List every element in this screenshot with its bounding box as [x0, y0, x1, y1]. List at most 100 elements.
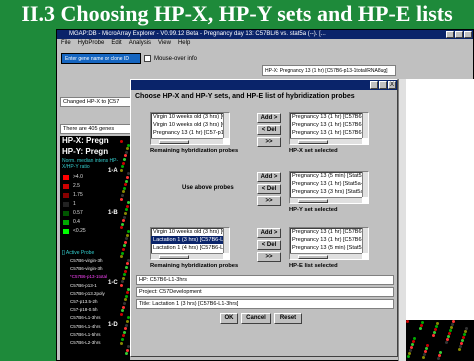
hpe-selected-list[interactable]: Pregnancy 13 (1 hr) [C57B6-p Pregnancy 1… [289, 227, 369, 260]
probe-item[interactable]: C57B6-L2-3hrs [70, 340, 101, 345]
heatmap-dot [121, 338, 124, 341]
legend-row: <0.25 [63, 228, 86, 234]
list-item[interactable]: Virgin 10 weeks old (3 hrs) [C57B6- [151, 113, 229, 121]
list-item[interactable]: Virgin 10 weeks old (3 hrs) [C57B6- [151, 121, 229, 129]
minimize-icon[interactable] [446, 31, 454, 38]
probe-item[interactable]: *C57B6-p13-1total [70, 274, 107, 279]
hpy-selected-list[interactable]: Pregnancy 13 (5 min) [Stat5a- Pregnancy … [289, 171, 369, 204]
legend-row: 1 [63, 201, 76, 207]
scroll-thumb[interactable] [159, 255, 189, 259]
horizontal-scrollbar[interactable] [151, 138, 223, 144]
hpy-move-button[interactable]: >> [257, 196, 281, 206]
cancel-button[interactable]: Cancel [241, 313, 271, 324]
hpe-del-button[interactable]: < Del [257, 240, 281, 250]
list-item[interactable]: Pregnancy 13 (1 hr) [C57B6-p [290, 113, 368, 121]
probe-item[interactable]: C57B6-virgin-3h [70, 266, 103, 271]
ok-button[interactable]: OK [220, 313, 238, 324]
probe-item[interactable]: C57-p13.5-2h [70, 299, 98, 304]
probe-item[interactable]: C57-p18-0.5h [70, 307, 98, 312]
hpx-selected-list[interactable]: Pregnancy 13 (1 hr) [C57B6-p Pregnancy 1… [289, 112, 369, 145]
hpe-move-button[interactable]: >> [257, 252, 281, 262]
heatmap-dots [120, 136, 130, 361]
dialog-maximize-icon[interactable] [379, 81, 387, 89]
horizontal-scrollbar[interactable] [151, 253, 223, 259]
menu-help[interactable]: Help [178, 39, 190, 48]
heatmap-dot [123, 330, 126, 334]
list-item[interactable]: Pregnancy 13 (1 hr) [C57B6-p [290, 228, 368, 236]
heatmap-dot [124, 269, 127, 273]
list-item[interactable]: Pregnancy 13 (1 hr) [Stat5a-p [290, 180, 368, 188]
list-item[interactable]: Pregnancy 13 (1 hr) [C57B6-p [290, 129, 368, 137]
dialog-minimize-icon[interactable] [370, 81, 378, 89]
list-item[interactable]: Virgin 10 weeks old (3 hrs) [C57B6- [151, 228, 229, 236]
heatmap-dot [124, 212, 127, 215]
heatmap-dot [420, 324, 423, 327]
horizontal-scrollbar[interactable] [290, 253, 362, 259]
heatmap-dot [422, 356, 425, 359]
list-item-selected[interactable]: Lactation 1 (3 hrs) [C57B6-L1- [151, 236, 229, 244]
dialog-title-bar: X [131, 80, 397, 90]
menu-analysis[interactable]: Analysis [129, 39, 151, 48]
right-scrollbar[interactable] [398, 79, 406, 361]
heatmap-dot [408, 352, 411, 355]
probe-item[interactable]: C57B6-p13-1 [70, 283, 97, 288]
hpx-remaining-list[interactable]: Virgin 10 weeks old (3 hrs) [C57B6- Virg… [150, 112, 230, 145]
vertical-scrollbar[interactable] [362, 172, 368, 197]
heatmap-dot [120, 255, 123, 259]
scroll-thumb[interactable] [159, 140, 189, 144]
scroll-thumb[interactable] [298, 140, 328, 144]
heatmap-dot [120, 226, 123, 230]
heatmap-dot [423, 353, 426, 356]
menu-edit[interactable]: Edit [111, 39, 121, 48]
list-item[interactable]: Pregnancy 13 (5 min) [Stat5a- [290, 244, 368, 252]
gene-search-input[interactable]: Enter gene name or clone ID [61, 53, 141, 64]
heatmap-dot [410, 346, 413, 349]
reset-button[interactable]: Reset [274, 313, 302, 324]
status-changed-field: Changed HP-X to [C57 [60, 97, 136, 107]
probe-item[interactable]: C57B6-p13.2poly [70, 291, 105, 296]
vertical-scrollbar[interactable] [223, 113, 229, 138]
heatmap-dot [124, 327, 127, 331]
list-item[interactable]: Pregnancy 13 (1 hr) [C57B6-p [290, 121, 368, 129]
menu-file[interactable]: File [61, 39, 71, 48]
hpy-add-button[interactable]: Add > [257, 172, 281, 182]
heatmap-dot [126, 348, 129, 352]
probe-item[interactable]: C57B6-virgin-3h [70, 258, 103, 263]
row-label: 1-A [108, 168, 118, 174]
list-item[interactable]: Pregnancy 13 (1 hr) [C57-p13-6t [151, 129, 229, 137]
heatmap-dot [437, 357, 440, 360]
hpy-del-button[interactable]: < Del [257, 184, 281, 194]
vertical-scrollbar[interactable] [362, 113, 368, 138]
probe-item[interactable]: C57B6-L1-4hrs [70, 324, 101, 329]
hpx-del-button[interactable]: < Del [257, 125, 281, 135]
probe-item[interactable]: C57B6-L1-3hrs [70, 315, 101, 320]
menu-view[interactable]: View [158, 39, 171, 48]
hpe-add-button[interactable]: Add > [257, 228, 281, 238]
hpx-move-button[interactable]: >> [257, 137, 281, 147]
close-icon[interactable] [464, 31, 472, 38]
heatmap-dot [121, 222, 124, 226]
list-item[interactable]: Pregnancy 13 (3 hrs) [Stat5a- [290, 188, 368, 196]
hpe-remaining-list[interactable]: Virgin 10 weeks old (3 hrs) [C57B6- Lact… [150, 227, 230, 260]
vertical-scrollbar[interactable] [223, 228, 229, 253]
list-item[interactable]: Pregnancy 13 (1 hr) [C57B6-p [290, 236, 368, 244]
slide-title: II.3 Choosing HP-X, HP-Y sets and HP-E l… [21, 1, 453, 26]
vertical-scrollbar[interactable] [362, 228, 368, 253]
maximize-icon[interactable] [455, 31, 463, 38]
menu-hybprobe[interactable]: HybProbe [78, 39, 105, 48]
heatmap-dot [125, 352, 128, 356]
probe-item[interactable]: C57B6-L1-5hrs [70, 332, 101, 337]
dialog-heading: Choose HP-X and HP-Y sets, and HP-E list… [135, 93, 355, 100]
mouse-over-checkbox[interactable] [144, 55, 151, 62]
scroll-thumb[interactable] [298, 199, 328, 203]
hpx-add-button[interactable]: Add > [257, 113, 281, 123]
row-label: 1-D [108, 322, 118, 328]
heatmap-dot [406, 320, 409, 323]
scroll-thumb[interactable] [298, 255, 328, 259]
dialog-close-icon[interactable]: X [388, 81, 396, 89]
list-item[interactable]: Lactation 1 (4 hrs) [C57B6-L1- [151, 244, 229, 252]
list-item[interactable]: Pregnancy 13 (5 min) [Stat5a- [290, 172, 368, 180]
horizontal-scrollbar[interactable] [290, 197, 362, 203]
horizontal-scrollbar[interactable] [290, 138, 362, 144]
project-info-field: Project: C57Development [136, 287, 394, 297]
